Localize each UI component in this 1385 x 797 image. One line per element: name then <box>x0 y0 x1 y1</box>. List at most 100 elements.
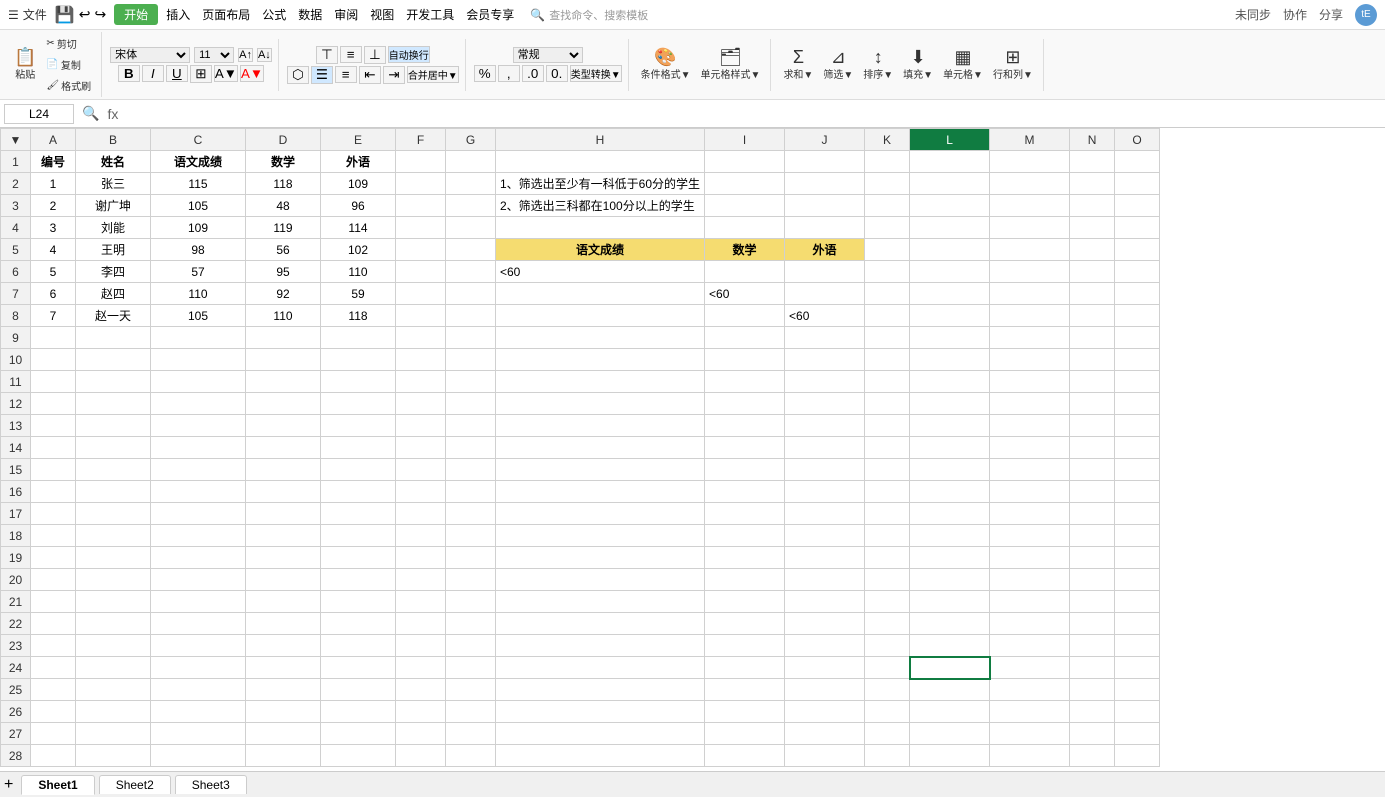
thousands-btn[interactable]: , <box>498 65 520 82</box>
indent-decrease-btn[interactable]: ⇤ <box>359 66 381 84</box>
cell-a6[interactable]: 5 <box>31 261 76 283</box>
cell-b4[interactable]: 刘能 <box>76 217 151 239</box>
cell-j5-criteria-label3[interactable]: 外语 <box>785 239 865 261</box>
toolbar-save[interactable]: 💾 <box>55 5 75 25</box>
decrease-decimal-btn[interactable]: 0. <box>546 65 568 82</box>
cell-j2[interactable] <box>785 173 865 195</box>
cell-d6[interactable]: 95 <box>246 261 321 283</box>
cell-n1[interactable] <box>1070 151 1115 173</box>
cell-c2[interactable]: 115 <box>151 173 246 195</box>
cell-l3[interactable] <box>910 195 990 217</box>
bold-btn[interactable]: B <box>118 65 140 82</box>
cell-o5[interactable] <box>1115 239 1160 261</box>
menu-data[interactable]: 数据 <box>298 6 322 23</box>
align-right-btn[interactable]: ≡ <box>335 66 357 83</box>
align-center-btn[interactable]: ☰ <box>311 66 333 84</box>
cell-b6[interactable]: 李四 <box>76 261 151 283</box>
col-header-j[interactable]: J <box>785 129 865 151</box>
col-header-i[interactable]: I <box>705 129 785 151</box>
cell-f8[interactable] <box>396 305 446 327</box>
cell-g6[interactable] <box>446 261 496 283</box>
cell-e3[interactable]: 96 <box>321 195 396 217</box>
cell-a7[interactable]: 6 <box>31 283 76 305</box>
cell-b2[interactable]: 张三 <box>76 173 151 195</box>
cell-a5[interactable]: 4 <box>31 239 76 261</box>
cell-o4[interactable] <box>1115 217 1160 239</box>
cell-e7[interactable]: 59 <box>321 283 396 305</box>
share-btn[interactable]: 分享 <box>1319 6 1343 23</box>
cell-a3[interactable]: 2 <box>31 195 76 217</box>
col-header-f[interactable]: F <box>396 129 446 151</box>
single-cell-btn[interactable]: ▦ 单元格▼ <box>939 46 987 83</box>
cell-n4[interactable] <box>1070 217 1115 239</box>
merge-center-btn[interactable]: 合并居中▼ <box>407 66 459 83</box>
cell-a8[interactable]: 7 <box>31 305 76 327</box>
add-sheet-btn[interactable]: + <box>4 776 13 794</box>
col-header-n[interactable]: N <box>1070 129 1115 151</box>
col-header-o[interactable]: O <box>1115 129 1160 151</box>
cell-c8[interactable]: 105 <box>151 305 246 327</box>
cell-o3[interactable] <box>1115 195 1160 217</box>
col-header-e[interactable]: E <box>321 129 396 151</box>
cell-g5[interactable] <box>446 239 496 261</box>
cell-i8[interactable] <box>705 305 785 327</box>
cell-k6[interactable] <box>865 261 910 283</box>
cell-m6[interactable] <box>990 261 1070 283</box>
cell-k5[interactable] <box>865 239 910 261</box>
cell-reference[interactable] <box>4 104 74 124</box>
type-convert-btn[interactable]: 类型转换▼ <box>570 65 622 82</box>
cell-i1[interactable] <box>705 151 785 173</box>
formula-input[interactable] <box>122 105 1381 123</box>
underline-btn[interactable]: U <box>166 65 188 82</box>
sort-btn[interactable]: ↕ 排序▼ <box>859 46 897 83</box>
col-header-d[interactable]: D <box>246 129 321 151</box>
menu-vip[interactable]: 会员专享 <box>466 6 514 23</box>
cell-e8[interactable]: 118 <box>321 305 396 327</box>
cell-a2[interactable]: 1 <box>31 173 76 195</box>
cell-j1[interactable] <box>785 151 865 173</box>
cell-d2[interactable]: 118 <box>246 173 321 195</box>
cell-j3[interactable] <box>785 195 865 217</box>
file-menu[interactable]: ☰ <box>8 8 19 22</box>
cell-f6[interactable] <box>396 261 446 283</box>
cell-d8[interactable]: 110 <box>246 305 321 327</box>
cell-c1[interactable]: 语文成绩 <box>151 151 246 173</box>
cell-n3[interactable] <box>1070 195 1115 217</box>
cell-f3[interactable] <box>396 195 446 217</box>
number-format-select[interactable]: 常规 <box>513 47 583 63</box>
cell-n7[interactable] <box>1070 283 1115 305</box>
cell-o6[interactable] <box>1115 261 1160 283</box>
cell-e2[interactable]: 109 <box>321 173 396 195</box>
cell-m1[interactable] <box>990 151 1070 173</box>
font-size-select[interactable]: 11 <box>194 47 234 63</box>
menu-page-layout[interactable]: 页面布局 <box>202 6 250 23</box>
align-bottom-btn[interactable]: ⊥ <box>364 46 386 64</box>
cell-i6[interactable] <box>705 261 785 283</box>
menu-devtools[interactable]: 开发工具 <box>406 6 454 23</box>
cell-j7[interactable] <box>785 283 865 305</box>
cell-m4[interactable] <box>990 217 1070 239</box>
menu-view[interactable]: 视图 <box>370 6 394 23</box>
cell-i4[interactable] <box>705 217 785 239</box>
cell-k8[interactable] <box>865 305 910 327</box>
sheet-tab-2[interactable]: Sheet2 <box>99 775 171 794</box>
col-header-b[interactable]: B <box>76 129 151 151</box>
conditional-format-btn[interactable]: 🎨 条件格式▼ <box>637 46 695 83</box>
cell-a1[interactable]: 编号 <box>31 151 76 173</box>
cell-i5-criteria-label2[interactable]: 数学 <box>705 239 785 261</box>
cell-n2[interactable] <box>1070 173 1115 195</box>
cell-n8[interactable] <box>1070 305 1115 327</box>
cell-o2[interactable] <box>1115 173 1160 195</box>
cell-b7[interactable]: 赵四 <box>76 283 151 305</box>
cell-o7[interactable] <box>1115 283 1160 305</box>
cell-n5[interactable] <box>1070 239 1115 261</box>
cell-c4[interactable]: 109 <box>151 217 246 239</box>
cell-i2[interactable] <box>705 173 785 195</box>
cell-c6[interactable]: 57 <box>151 261 246 283</box>
start-button[interactable]: 开始 <box>114 4 158 25</box>
col-header-a[interactable]: A <box>31 129 76 151</box>
cell-m8[interactable] <box>990 305 1070 327</box>
row-col-btn[interactable]: ⊞ 行和列▼ <box>989 46 1037 83</box>
sheet-tab-3[interactable]: Sheet3 <box>175 775 247 794</box>
cell-o8[interactable] <box>1115 305 1160 327</box>
